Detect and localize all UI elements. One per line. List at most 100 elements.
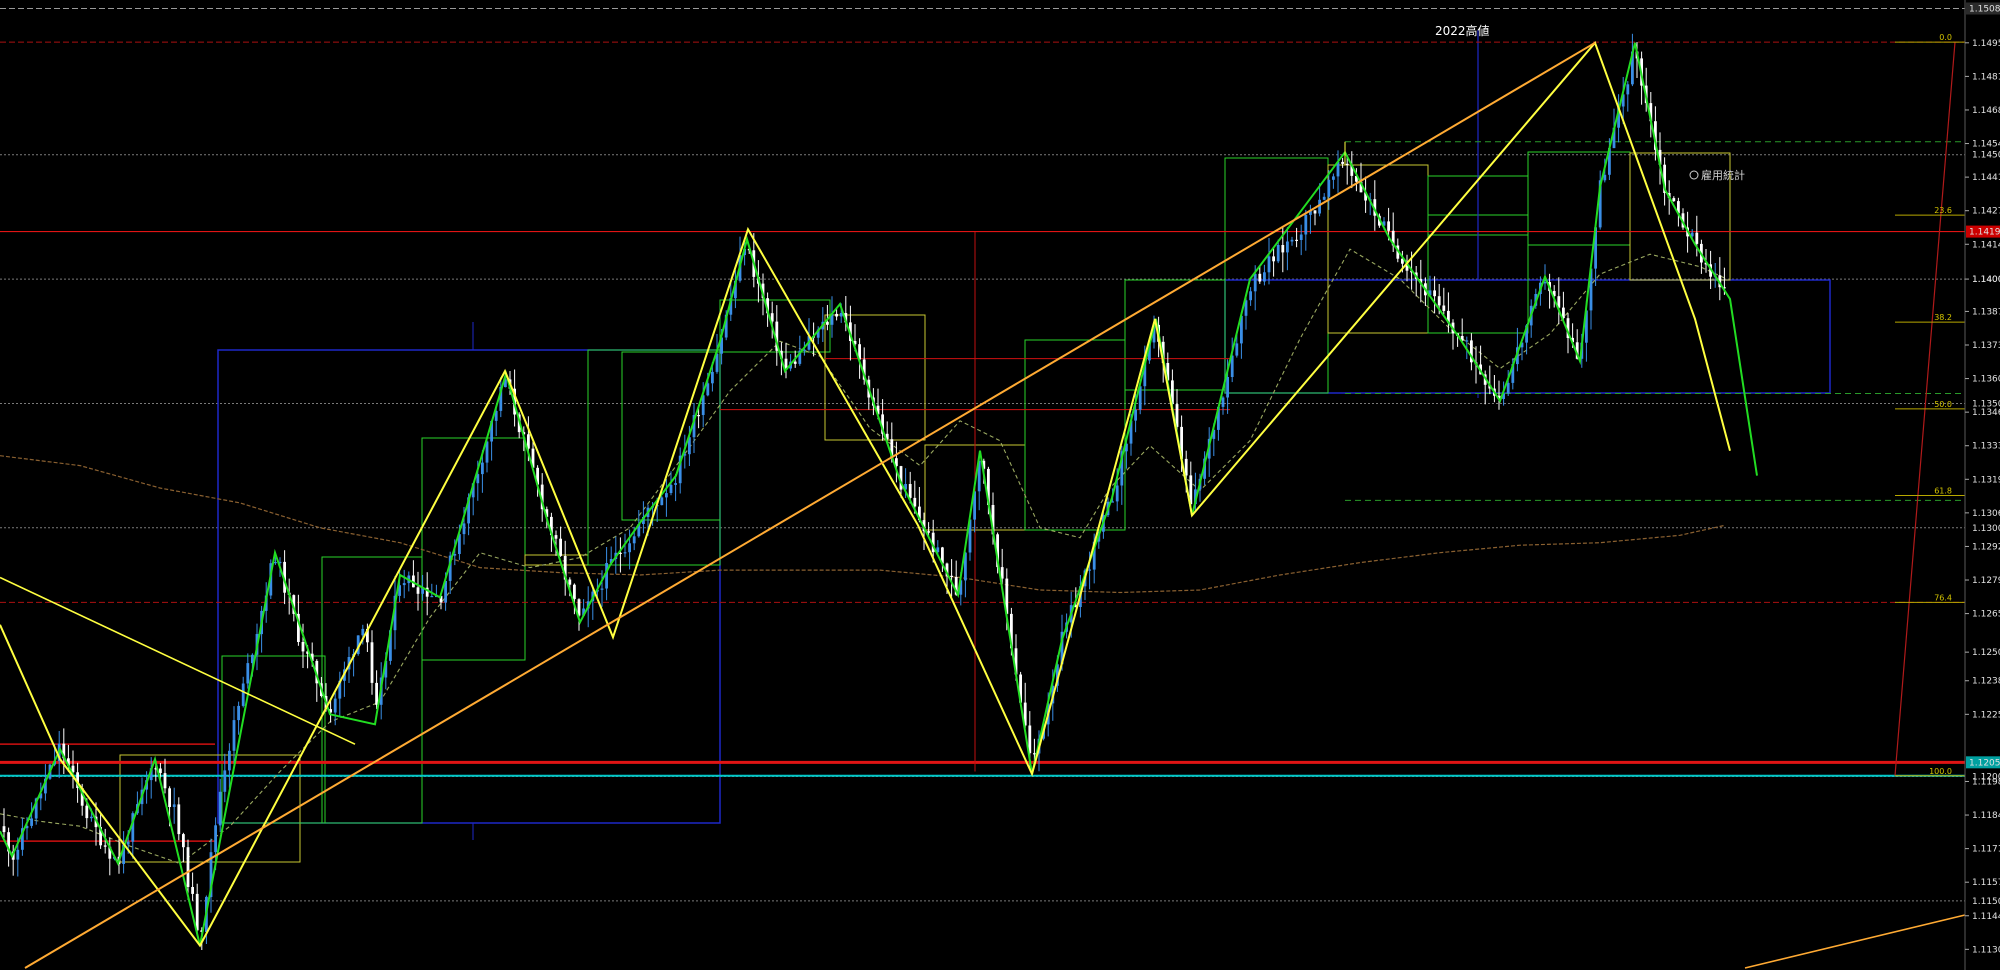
axis-tick-label: 1.12655 — [1972, 610, 2000, 620]
candle-up — [1322, 196, 1326, 200]
axis-tick-label: 1.12250 — [1972, 710, 2000, 720]
candle-down — [1258, 273, 1262, 282]
axis-price-badge-label: 1.15088 — [1969, 4, 2000, 14]
axis-tick-label: 1.11305 — [1972, 945, 2000, 955]
axis-tick-label: 1.12500 — [1972, 648, 2000, 658]
candle-up — [30, 818, 33, 826]
candle-down — [1387, 221, 1390, 231]
axis-tick-label: 1.14410 — [1972, 173, 2000, 183]
fib-level-label: 76.4 — [1934, 593, 1952, 602]
candle-up — [1304, 214, 1308, 235]
candle-down — [1437, 296, 1441, 306]
candle-down — [370, 642, 374, 683]
candle-up — [628, 543, 631, 553]
candle-up — [1290, 239, 1294, 242]
candle-up — [237, 705, 240, 721]
candle-up — [1465, 340, 1469, 342]
candle-up — [402, 583, 406, 586]
candle-down — [85, 805, 89, 819]
candle-up — [274, 562, 277, 564]
candle-down — [1295, 239, 1298, 241]
candle-up — [1276, 245, 1280, 262]
fib-level-label: 61.8 — [1934, 486, 1952, 495]
axis-tick-label: 1.12385 — [1972, 677, 2000, 687]
candle-down — [1442, 305, 1446, 311]
candle-down — [1272, 256, 1275, 262]
candle-down — [568, 579, 572, 585]
candle-down — [950, 575, 953, 577]
candle-down — [573, 584, 576, 600]
axis-level-label: 1.11500 — [1972, 897, 2000, 907]
candle-up — [218, 791, 222, 826]
candle-up — [241, 683, 245, 706]
annotation-2022-high: 2022高値 — [1435, 23, 1490, 38]
candle-down — [1313, 210, 1317, 214]
fib-level-label: 23.6 — [1934, 206, 1952, 215]
candle-up — [1332, 176, 1335, 180]
candle-up — [706, 383, 710, 396]
candle-up — [1253, 273, 1257, 292]
candle-up — [1226, 377, 1229, 398]
candle-up — [1088, 569, 1091, 571]
axis-price-badge-label: 1.14191 — [1969, 228, 2000, 238]
candle-up — [16, 849, 20, 860]
axis-level-label: 1.13000 — [1972, 524, 2000, 534]
axis-tick-label: 1.13870 — [1972, 307, 2000, 317]
candle-down — [168, 788, 171, 807]
candle-up — [623, 552, 627, 554]
candle-down — [697, 415, 700, 417]
candle-up — [1299, 234, 1303, 240]
candle-up — [674, 483, 677, 485]
candle-down — [159, 768, 162, 774]
axis-tick-label: 1.14815 — [1972, 72, 2000, 82]
axis-level-label: 1.14000 — [1972, 275, 2000, 285]
candle-up — [462, 523, 466, 535]
candle-down — [793, 361, 797, 364]
candle-up — [1506, 382, 1510, 394]
candle-up — [126, 841, 130, 845]
axis-tick-label: 1.11440 — [1972, 912, 2000, 922]
axis-tick-label: 1.13195 — [1972, 475, 2000, 485]
chart-container[interactable]: 0.0 23.6 38.2 50.0 61.8 76.4 100.0 1.14950 1.14… — [0, 0, 2000, 970]
candle-up — [711, 371, 714, 384]
candle-down — [1281, 245, 1285, 253]
candle-down — [1672, 198, 1676, 202]
candle-down — [1033, 753, 1036, 755]
axis-tick-label: 1.13465 — [1972, 408, 2000, 418]
candle-down — [1341, 161, 1344, 164]
axis-tick-label: 1.14680 — [1972, 106, 2000, 116]
candle-up — [1221, 397, 1225, 407]
candle-down — [1433, 290, 1436, 297]
candle-up — [361, 628, 365, 636]
candle-down — [835, 313, 838, 317]
axis-tick-label: 1.14950 — [1972, 39, 2000, 49]
candle-up — [246, 663, 250, 684]
candle-up — [430, 596, 434, 598]
axis-tick-label: 1.11845 — [1972, 811, 2000, 821]
candle-down — [301, 642, 305, 652]
axis-tick-label: 1.11710 — [1972, 845, 2000, 855]
candle-up — [665, 493, 668, 498]
candle-up — [839, 313, 843, 317]
axis-tick-label: 1.13060 — [1972, 509, 2000, 519]
candle-up — [90, 816, 93, 819]
candle-down — [1345, 163, 1349, 165]
candle-down — [177, 804, 181, 835]
candle-up — [1115, 485, 1119, 502]
price-chart[interactable]: 0.0 23.6 38.2 50.0 61.8 76.4 100.0 1.14950 1.14… — [0, 0, 2000, 970]
candle-up — [228, 750, 231, 771]
candle-up — [223, 770, 227, 792]
candle-down — [2, 826, 6, 833]
candle-down — [191, 887, 194, 894]
candle-down — [182, 834, 185, 848]
candle-down — [1695, 232, 1699, 244]
fib-level-label: 100.0 — [1929, 767, 1952, 776]
annotation-employment-text: 雇用統計 — [1701, 168, 1745, 182]
candle-up — [333, 698, 337, 713]
candle-up — [669, 484, 673, 493]
candle-up — [1235, 343, 1239, 356]
axis-tick-label: 1.13600 — [1972, 375, 2000, 385]
candle-up — [453, 554, 457, 556]
candle-down — [559, 538, 562, 556]
axis-level-label: 1.14500 — [1972, 151, 2000, 161]
